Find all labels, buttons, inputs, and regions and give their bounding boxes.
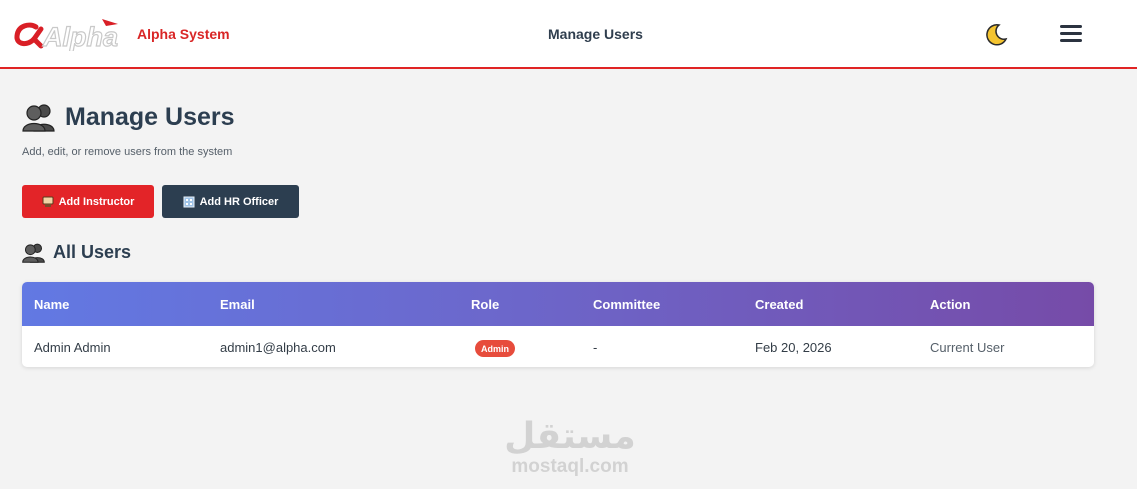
column-header-name[interactable]: Name	[34, 297, 69, 312]
page-subtitle: Add, edit, or remove users from the syst…	[22, 146, 233, 158]
hamburger-menu-icon[interactable]	[1060, 24, 1084, 44]
all-users-heading: All Users	[22, 240, 131, 264]
column-header-action[interactable]: Action	[930, 297, 970, 312]
cell-action-current-user: Current User	[930, 340, 1005, 355]
table-row[interactable]: Admin Admin admin1@alpha.com Admin - Feb…	[22, 326, 1094, 367]
add-hr-officer-button[interactable]: Add HR Officer	[162, 185, 299, 218]
watermark-latin: mostaql.com	[511, 456, 629, 477]
header-title: Manage Users	[548, 26, 643, 42]
logo-wordmark: Alpha	[42, 22, 118, 51]
column-header-role[interactable]: Role	[471, 297, 499, 312]
add-instructor-button[interactable]: Add Instructor	[22, 185, 154, 218]
page-heading: Manage Users	[22, 100, 235, 134]
brand-name[interactable]: Alpha System	[137, 26, 230, 42]
column-header-email[interactable]: Email	[220, 297, 255, 312]
users-table: Name Email Role Committee Created Action…	[22, 282, 1094, 367]
moon-icon[interactable]	[982, 22, 1008, 48]
users-icon	[22, 104, 55, 132]
cell-committee: -	[593, 340, 598, 355]
cell-email: admin1@alpha.com	[220, 340, 336, 355]
column-header-created[interactable]: Created	[755, 297, 803, 312]
table-header: Name Email Role Committee Created Action	[22, 282, 1094, 326]
cell-name: Admin Admin	[34, 340, 111, 355]
add-hr-officer-label: Add HR Officer	[199, 195, 279, 208]
watermark-arabic: مستقل	[504, 416, 636, 457]
alpha-logo[interactable]: Alpha	[14, 15, 120, 51]
users-icon	[22, 243, 45, 263]
building-icon	[183, 196, 195, 207]
page-title: Manage Users	[65, 102, 235, 131]
teacher-icon	[42, 196, 54, 207]
role-badge: Admin	[475, 340, 515, 357]
section-title: All Users	[53, 241, 132, 262]
top-navbar: Alpha Alpha System Manage Users	[0, 0, 1137, 69]
column-header-committee[interactable]: Committee	[593, 297, 660, 312]
add-instructor-label: Add Instructor	[58, 195, 135, 208]
cell-created: Feb 20, 2026	[755, 340, 832, 355]
mostaql-watermark: مستقل mostaql.com	[500, 418, 640, 478]
